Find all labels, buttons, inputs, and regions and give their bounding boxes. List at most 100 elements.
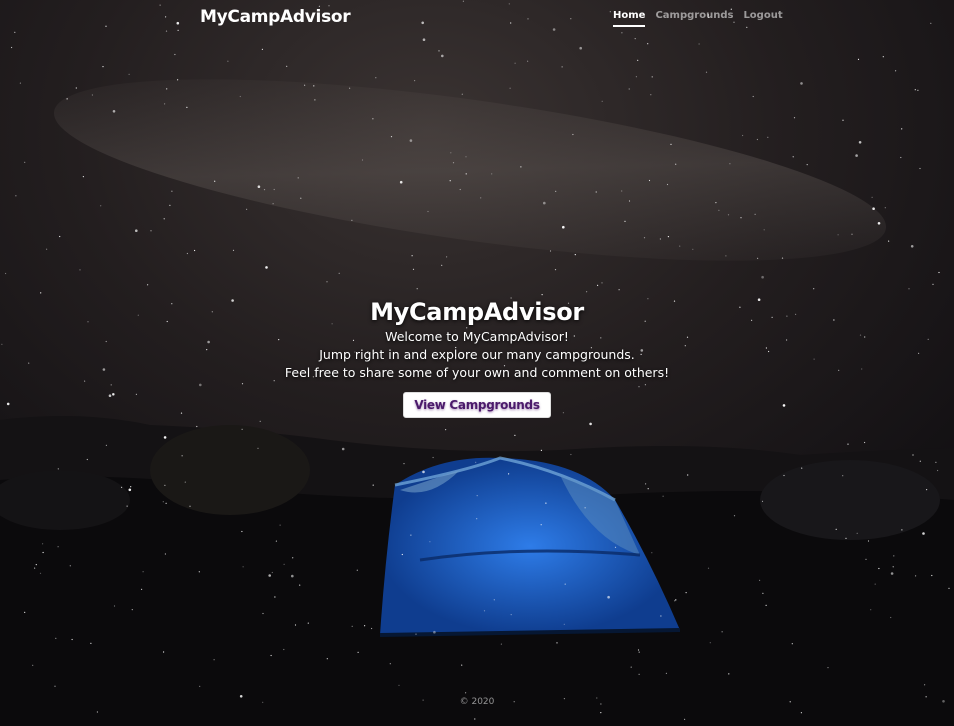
- hero-welcome-text: Welcome to MyCampAdvisor!: [385, 329, 569, 344]
- star: [438, 50, 440, 52]
- star: [196, 425, 198, 428]
- star: [742, 134, 744, 137]
- star: [186, 252, 188, 255]
- star: [867, 540, 870, 542]
- star: [427, 210, 429, 213]
- nav-links: Home Campgrounds Logout: [613, 10, 783, 27]
- star: [313, 85, 315, 87]
- star: [390, 136, 393, 138]
- star: [509, 87, 511, 89]
- star: [793, 117, 796, 119]
- star: [865, 558, 867, 561]
- star: [169, 204, 171, 206]
- star: [11, 46, 13, 49]
- star: [227, 60, 229, 62]
- star: [399, 180, 403, 184]
- star: [283, 563, 285, 566]
- star: [171, 190, 173, 192]
- star: [912, 454, 914, 456]
- star: [554, 269, 557, 271]
- star: [595, 191, 597, 193]
- star: [422, 470, 425, 474]
- star: [813, 288, 815, 290]
- hero-section: MyCampAdvisor Welcome to MyCampAdvisor! …: [0, 298, 954, 418]
- star: [540, 524, 542, 526]
- star: [142, 571, 144, 573]
- star: [670, 143, 672, 145]
- star: [675, 163, 677, 165]
- star: [450, 152, 452, 154]
- view-campgrounds-button[interactable]: View Campgrounds: [403, 392, 551, 418]
- star: [924, 684, 926, 686]
- star: [842, 475, 844, 477]
- star: [792, 156, 794, 158]
- star: [361, 159, 364, 161]
- star: [357, 651, 359, 654]
- star: [128, 73, 130, 75]
- star: [937, 469, 939, 472]
- nav-link-home[interactable]: Home: [613, 10, 646, 27]
- star: [265, 266, 268, 269]
- star: [326, 281, 328, 283]
- star: [675, 599, 677, 601]
- star: [948, 587, 950, 590]
- nav-link-campgrounds[interactable]: Campgrounds: [655, 10, 733, 27]
- star: [177, 79, 179, 81]
- star: [635, 76, 638, 78]
- star: [637, 649, 640, 651]
- star: [935, 461, 937, 463]
- star: [647, 43, 649, 45]
- star: [105, 444, 107, 446]
- star: [126, 505, 128, 507]
- star: [465, 692, 467, 694]
- star: [403, 463, 405, 465]
- star: [86, 458, 88, 461]
- star: [181, 455, 183, 457]
- star: [279, 524, 281, 526]
- star: [514, 62, 516, 64]
- star: [600, 712, 602, 714]
- star: [564, 583, 566, 585]
- brand-logo-link[interactable]: MyCampAdvisor: [200, 7, 351, 27]
- star: [692, 248, 694, 250]
- star: [757, 257, 759, 259]
- star: [165, 502, 167, 504]
- nav-link-logout[interactable]: Logout: [743, 10, 782, 27]
- star: [259, 420, 261, 422]
- star: [5, 272, 7, 275]
- star: [650, 94, 652, 96]
- star: [213, 659, 215, 661]
- star: [572, 133, 574, 136]
- star: [257, 447, 259, 449]
- star: [878, 567, 880, 570]
- star: [459, 188, 461, 191]
- star: [910, 245, 914, 248]
- star: [429, 541, 431, 543]
- star: [493, 599, 495, 601]
- star: [186, 106, 188, 108]
- star: [410, 534, 412, 536]
- star: [727, 214, 730, 216]
- star: [877, 222, 881, 225]
- star: [19, 82, 21, 84]
- star: [79, 269, 81, 271]
- star: [638, 673, 640, 675]
- star: [882, 56, 884, 58]
- star: [164, 484, 166, 486]
- star: [684, 718, 686, 721]
- star: [601, 100, 603, 102]
- star: [756, 138, 759, 141]
- star: [40, 292, 42, 294]
- star: [541, 294, 543, 296]
- star: [445, 429, 447, 431]
- star: [189, 505, 191, 507]
- star: [586, 291, 588, 293]
- star: [870, 609, 872, 611]
- star: [754, 213, 756, 215]
- star: [621, 190, 623, 192]
- hero-share-text: Feel free to share some of your own and …: [284, 365, 670, 380]
- star: [508, 473, 510, 475]
- star: [275, 540, 277, 542]
- star: [82, 176, 84, 178]
- star: [733, 515, 736, 517]
